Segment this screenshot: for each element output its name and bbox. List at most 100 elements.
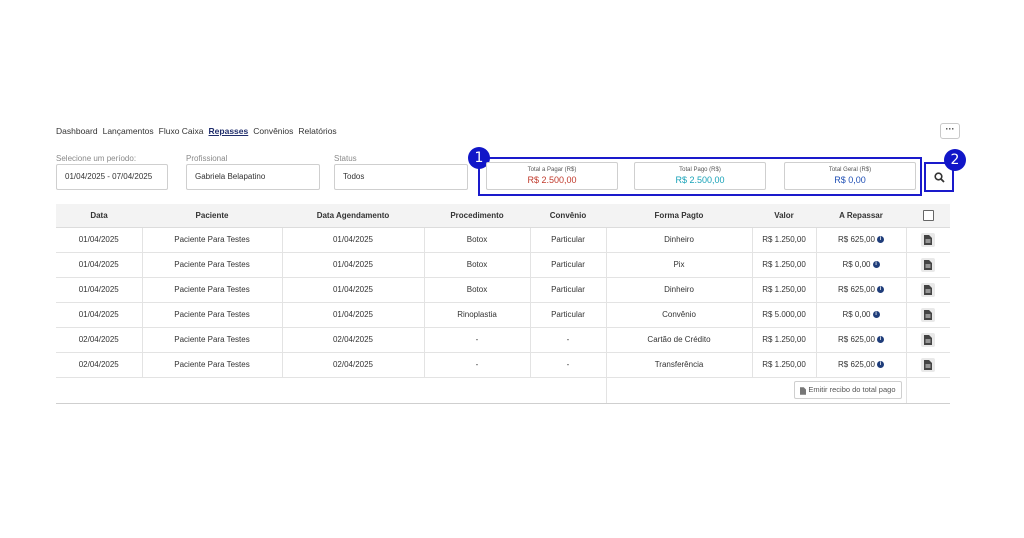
table-row: 01/04/2025 Paciente Para Testes 01/04/2025…: [56, 277, 950, 303]
cell-text: R$ 625,00: [838, 335, 875, 344]
cell-action: [906, 277, 950, 303]
top-nav: Dashboard Lançamentos Fluxo Caixa Repasses C…: [56, 126, 337, 136]
cell-data-agendamento: 01/04/2025: [282, 252, 425, 278]
cell-action: [906, 352, 950, 378]
cell-procedimento: Botox: [424, 227, 531, 253]
cell-convenio: Particular: [530, 252, 607, 278]
nav-relat-rios[interactable]: Relatórios: [298, 126, 336, 136]
document-icon: [924, 359, 933, 370]
nav-repasses[interactable]: Repasses: [209, 126, 249, 136]
cell-action: [906, 327, 950, 353]
info-icon[interactable]: i: [876, 336, 884, 344]
total-to-pay-card: Total a Pagar (R$) R$ 2.500,00: [486, 162, 618, 190]
table-row: 02/04/2025 Paciente Para Testes 02/04/2025…: [56, 352, 950, 378]
footer-action-cell: Emitir recibo do total pago: [606, 377, 906, 404]
cell-data-agendamento: 02/04/2025: [282, 327, 425, 353]
emit-receipt-label: Emitir recibo do total pago: [808, 385, 896, 395]
cell-text: R$ 1.250,00: [762, 285, 806, 294]
footer-spacer: [56, 377, 607, 404]
header-data-agendamento: Data Agendamento: [282, 204, 424, 228]
cell-text: Dinheiro: [664, 285, 694, 294]
receipt-button[interactable]: [921, 357, 936, 372]
cell-text: Rinoplastia: [457, 310, 497, 319]
nav-fluxo-caixa[interactable]: Fluxo Caixa: [159, 126, 204, 136]
nav-lan-amentos[interactable]: Lançamentos: [103, 126, 154, 136]
total-paid-label: Total Pago (R$): [679, 167, 721, 173]
table-footer-row: Emitir recibo do total pago: [56, 377, 950, 404]
cell-valor: R$ 1.250,00: [752, 327, 817, 353]
cell-text: Transferência: [654, 360, 704, 369]
cell-text: 01/04/2025: [332, 285, 374, 294]
info-icon[interactable]: i: [876, 286, 884, 294]
total-paid-value: R$ 2.500,00: [675, 175, 725, 185]
cell-text: Botox: [466, 285, 488, 294]
period-input[interactable]: 01/04/2025 - 07/04/2025: [56, 164, 168, 190]
cell-paciente: Paciente Para Testes: [142, 277, 283, 303]
status-select[interactable]: Todos: [334, 164, 468, 190]
document-icon: [800, 386, 807, 395]
cell-a-repassar: R$ 0,00 i: [816, 302, 907, 328]
cell-procedimento: -: [424, 352, 531, 378]
cell-a-repassar: R$ 625,00 i: [816, 352, 907, 378]
emit-receipt-button[interactable]: Emitir recibo do total pago: [794, 381, 902, 399]
total-paid-card: Total Pago (R$) R$ 2.500,00: [634, 162, 766, 190]
cell-text: R$ 625,00: [838, 235, 875, 244]
cell-forma-pagto: Dinheiro: [606, 277, 753, 303]
cell-text: R$ 625,00: [838, 360, 875, 369]
cell-convenio: Particular: [530, 227, 607, 253]
cell-convenio: -: [530, 352, 607, 378]
cell-a-repassar: R$ 625,00 i: [816, 277, 907, 303]
info-icon[interactable]: i: [872, 261, 880, 269]
cell-text: R$ 1.250,00: [762, 360, 806, 369]
cell-data: 02/04/2025: [56, 327, 143, 353]
cell-data-agendamento: 01/04/2025: [282, 302, 425, 328]
receipt-button[interactable]: [921, 332, 936, 347]
cell-text: R$ 1.250,00: [762, 335, 806, 344]
cell-text: 01/04/2025: [332, 310, 374, 319]
cell-text: 02/04/2025: [78, 360, 119, 369]
total-to-pay-label: Total a Pagar (R$): [527, 167, 577, 173]
info-icon[interactable]: i: [872, 311, 880, 319]
table-row: 01/04/2025 Paciente Para Testes 01/04/2025…: [56, 227, 950, 253]
cell-text: Particular: [551, 310, 585, 319]
cell-text: 02/04/2025: [332, 335, 374, 344]
cell-text: -: [475, 335, 479, 344]
cell-action: [906, 252, 950, 278]
cell-data-agendamento: 01/04/2025: [282, 277, 425, 303]
cell-text: 02/04/2025: [78, 335, 119, 344]
cell-convenio: -: [530, 327, 607, 353]
cell-text: Pix: [673, 260, 685, 269]
header-forma-pagto: Forma Pagto: [606, 204, 752, 228]
cell-text: -: [475, 360, 479, 369]
cell-data: 02/04/2025: [56, 352, 143, 378]
document-icon: [924, 309, 933, 320]
nav-conv-nios[interactable]: Convênios: [253, 126, 293, 136]
nav-dashboard[interactable]: Dashboard: [56, 126, 98, 136]
receipt-button[interactable]: [921, 232, 936, 247]
info-icon[interactable]: i: [876, 361, 884, 369]
cell-text: Particular: [551, 235, 585, 244]
more-options-button[interactable]: ···: [940, 123, 960, 139]
header-procedimento: Procedimento: [424, 204, 530, 228]
cell-paciente: Paciente Para Testes: [142, 327, 283, 353]
cell-text: Particular: [551, 285, 585, 294]
cell-data: 01/04/2025: [56, 252, 143, 278]
cell-text: R$ 0,00: [842, 310, 871, 319]
header-convenio: Convênio: [530, 204, 606, 228]
info-icon[interactable]: i: [876, 236, 884, 244]
receipt-button[interactable]: [921, 282, 936, 297]
professional-select[interactable]: Gabriela Belapatino: [186, 164, 320, 190]
header-a-repassar: A Repassar: [816, 204, 906, 228]
header-select-all: [906, 204, 950, 228]
cell-text: Paciente Para Testes: [174, 310, 250, 319]
receipt-button[interactable]: [921, 257, 936, 272]
cell-text: Paciente Para Testes: [174, 260, 250, 269]
cell-text: Paciente Para Testes: [174, 235, 250, 244]
select-all-checkbox[interactable]: [922, 209, 934, 221]
cell-text: 01/04/2025: [78, 285, 119, 294]
cell-data: 01/04/2025: [56, 277, 143, 303]
header-data: Data: [56, 204, 142, 228]
receipt-button[interactable]: [921, 307, 936, 322]
cell-procedimento: -: [424, 327, 531, 353]
cell-procedimento: Botox: [424, 252, 531, 278]
